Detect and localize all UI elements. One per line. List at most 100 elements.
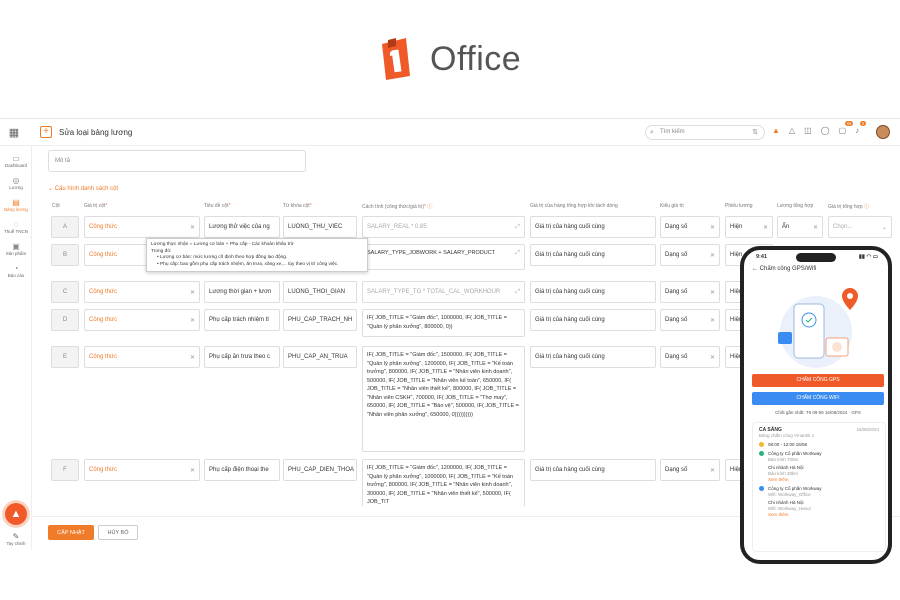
clear-icon[interactable]: ✕	[710, 467, 715, 474]
row-d-formula[interactable]: IF( JOB_TITLE = "Giám đốc", 1000000, IF(…	[362, 309, 525, 337]
app-grid-icon[interactable]: ▦	[0, 126, 28, 139]
1office-logo: Office	[378, 36, 521, 82]
row-c-summary[interactable]: Giá trị của hàng cuối cùng	[530, 281, 656, 303]
row-d-kind[interactable]: Dạng số ✕	[660, 309, 720, 331]
row-kind-text: Dạng số	[665, 252, 688, 258]
row-agg-text: Chọn...	[833, 224, 853, 230]
wifi-checkin-button[interactable]: CHẤM CÔNG WIFI	[752, 392, 884, 405]
row-formula-text: SALARY_TYPE_JOBWORK + SALARY_PRODUCT	[367, 250, 496, 256]
row-a-type[interactable]: Công thức ✕	[84, 216, 200, 238]
row-f-key[interactable]: PHU_CAP_DIEN_THOA	[283, 459, 357, 481]
dashboard-icon: ▭	[12, 154, 20, 163]
clear-icon[interactable]: ✕	[190, 354, 195, 361]
row-e-key[interactable]: PHU_CAP_AN_TRUA	[283, 346, 357, 368]
row-c-formula[interactable]: SALARY_TYPE_TG * TOTAL_CAL_WORKHOUR ⤢	[362, 281, 525, 303]
clear-icon[interactable]: ✕	[710, 289, 715, 296]
clear-icon[interactable]: ✕	[710, 224, 715, 231]
row-c-letter[interactable]: C	[51, 281, 79, 303]
row-d-key[interactable]: PHU_CAP_TRACH_NH	[283, 309, 357, 331]
sidebar-item-san-pham[interactable]: ▣ Sản phẩm	[0, 242, 32, 256]
row-f-type[interactable]: Công thức ✕	[84, 459, 200, 481]
row-f-formula[interactable]: IF( JOB_TITLE = "Giám đốc", 1200000, IF(…	[362, 459, 525, 506]
row-c-type[interactable]: Công thức ✕	[84, 281, 200, 303]
clear-icon[interactable]: ✕	[763, 224, 768, 231]
row-a-kind[interactable]: Dạng số ✕	[660, 216, 720, 238]
expand-icon[interactable]: ⤢	[515, 224, 520, 231]
section-title[interactable]: ⌄ Cấu hình danh sách cột	[48, 185, 118, 192]
clear-icon[interactable]: ✕	[710, 354, 715, 361]
row-a-key[interactable]: LUONG_THU_VIEC	[283, 216, 357, 238]
row-a-letter[interactable]: A	[51, 216, 79, 238]
row-d-letter[interactable]: D	[51, 309, 79, 331]
row-e-kind[interactable]: Dạng số ✕	[660, 346, 720, 368]
sidebar-tay-chinh[interactable]: ✎ Tay chỉnh	[0, 532, 32, 546]
row-b-formula[interactable]: SALARY_TYPE_JOBWORK + SALARY_PRODUCT ⤢	[362, 244, 525, 270]
clear-icon[interactable]: ✕	[190, 317, 195, 324]
row-b-summary[interactable]: Giá trị của hàng cuối cùng	[530, 244, 656, 266]
company-sub: Wifi: Workway_Office	[768, 492, 811, 497]
row-f-letter[interactable]: F	[51, 459, 79, 481]
sidebar-item-bang-luong[interactable]: ▤ Bảng lương	[0, 198, 32, 212]
description-field[interactable]: Mô tả	[48, 150, 306, 172]
see-more-link[interactable]: Xem thêm	[759, 512, 879, 518]
row-c-key[interactable]: LUONG_THOI_GIAN	[283, 281, 357, 303]
row-e-title[interactable]: Phụ cấp ăn trưa theo c	[204, 346, 280, 368]
row-f-summary[interactable]: Giá trị của hàng cuối cùng	[530, 459, 656, 481]
sidebar-item-dashboard[interactable]: ▭ Dashboard	[0, 154, 32, 168]
clear-icon[interactable]: ✕	[190, 467, 195, 474]
help-icon[interactable]: ◯	[821, 126, 830, 135]
sidebar-item-bao-cao[interactable]: ◔ Báo cáo	[0, 264, 32, 278]
row-b-letter[interactable]: B	[51, 244, 79, 266]
clear-icon[interactable]: ✕	[190, 224, 195, 231]
brand-icon[interactable]: ▲	[772, 126, 780, 135]
row-e-type[interactable]: Công thức ✕	[84, 346, 200, 368]
row-c-kind[interactable]: Dạng số ✕	[660, 281, 720, 303]
gps-checkin-button[interactable]: CHẤM CÔNG GPS	[752, 374, 884, 387]
tax-icon: ◌	[13, 220, 19, 229]
clear-icon[interactable]: ✕	[813, 224, 818, 231]
row-a-summary[interactable]: Giá trị của hàng cuối cùng	[530, 216, 656, 238]
row-formula-text: IF( JOB_TITLE = "Giám đốc", 1000000, IF(…	[367, 315, 507, 330]
chat-icon[interactable]: ▢ 99	[839, 121, 854, 135]
see-more-link[interactable]: Xem thêm	[759, 477, 879, 483]
sort-icon[interactable]: ⇅	[752, 126, 758, 139]
row-f-title[interactable]: Phụ cấp điện thoại the	[204, 459, 280, 481]
sidebar-item-thue[interactable]: ◌ Thuế TNCN	[0, 220, 32, 234]
update-button[interactable]: CẬP NHẬT	[48, 525, 94, 540]
clear-icon[interactable]: ✕	[190, 289, 195, 296]
row-b-kind[interactable]: Dạng số ✕	[660, 244, 720, 266]
row-f-kind[interactable]: Dạng số ✕	[660, 459, 720, 481]
expand-icon[interactable]: ⤢	[515, 289, 520, 296]
row-a-slip[interactable]: Hiện ✕	[725, 216, 773, 238]
row-kind-text: Dạng số	[665, 317, 688, 323]
row-d-type[interactable]: Công thức ✕	[84, 309, 200, 331]
row-a-agg[interactable]: Chọn... ⌄	[828, 216, 892, 238]
avatar[interactable]	[876, 125, 890, 139]
phone-mockup: 9:41 ▮▮ ◠ ▭ ← Chấm công GPS/Wifi CHẤM CÔ…	[740, 246, 892, 564]
cancel-button[interactable]: HỦY BỎ	[98, 525, 138, 540]
search-input[interactable]: ⌕ Tìm kiếm ⇅	[645, 125, 765, 140]
row-type-text: Công thức	[89, 289, 118, 295]
row-c-title[interactable]: Lương thời gian + lươn	[204, 281, 280, 303]
warning-icon[interactable]: △	[789, 126, 795, 135]
sidebar-item-luong[interactable]: ◎ Lương	[0, 176, 32, 190]
bell-icon[interactable]: ♪ 5	[855, 121, 867, 135]
row-a-total[interactable]: Ẩn ✕	[777, 216, 823, 238]
row-type-text: Công thức	[89, 317, 118, 323]
search-placeholder: Tìm kiếm	[660, 129, 685, 135]
row-d-title[interactable]: Phụ cấp trách nhiệm tl	[204, 309, 280, 331]
location-illustration-icon	[778, 288, 858, 368]
row-e-letter[interactable]: E	[51, 346, 79, 368]
back-icon[interactable]: ←	[752, 266, 758, 272]
row-a-formula[interactable]: SALARY_REAL * 0.85 ⤢	[362, 216, 525, 238]
clear-icon[interactable]: ✕	[710, 252, 715, 259]
assistant-button[interactable]: ▲	[5, 503, 27, 525]
apps-icon[interactable]: ◫	[804, 126, 812, 135]
row-d-summary[interactable]: Giá trị của hàng cuối cùng	[530, 309, 656, 331]
chat-badge: 99	[844, 121, 854, 126]
row-e-formula[interactable]: IF( JOB_TITLE = "Giám đốc", 1500000, IF(…	[362, 346, 525, 452]
clear-icon[interactable]: ✕	[710, 317, 715, 324]
expand-icon[interactable]: ⤢	[515, 249, 520, 258]
row-a-title[interactable]: Lương thử việc của ng	[204, 216, 280, 238]
row-e-summary[interactable]: Giá trị của hàng cuối cùng	[530, 346, 656, 368]
